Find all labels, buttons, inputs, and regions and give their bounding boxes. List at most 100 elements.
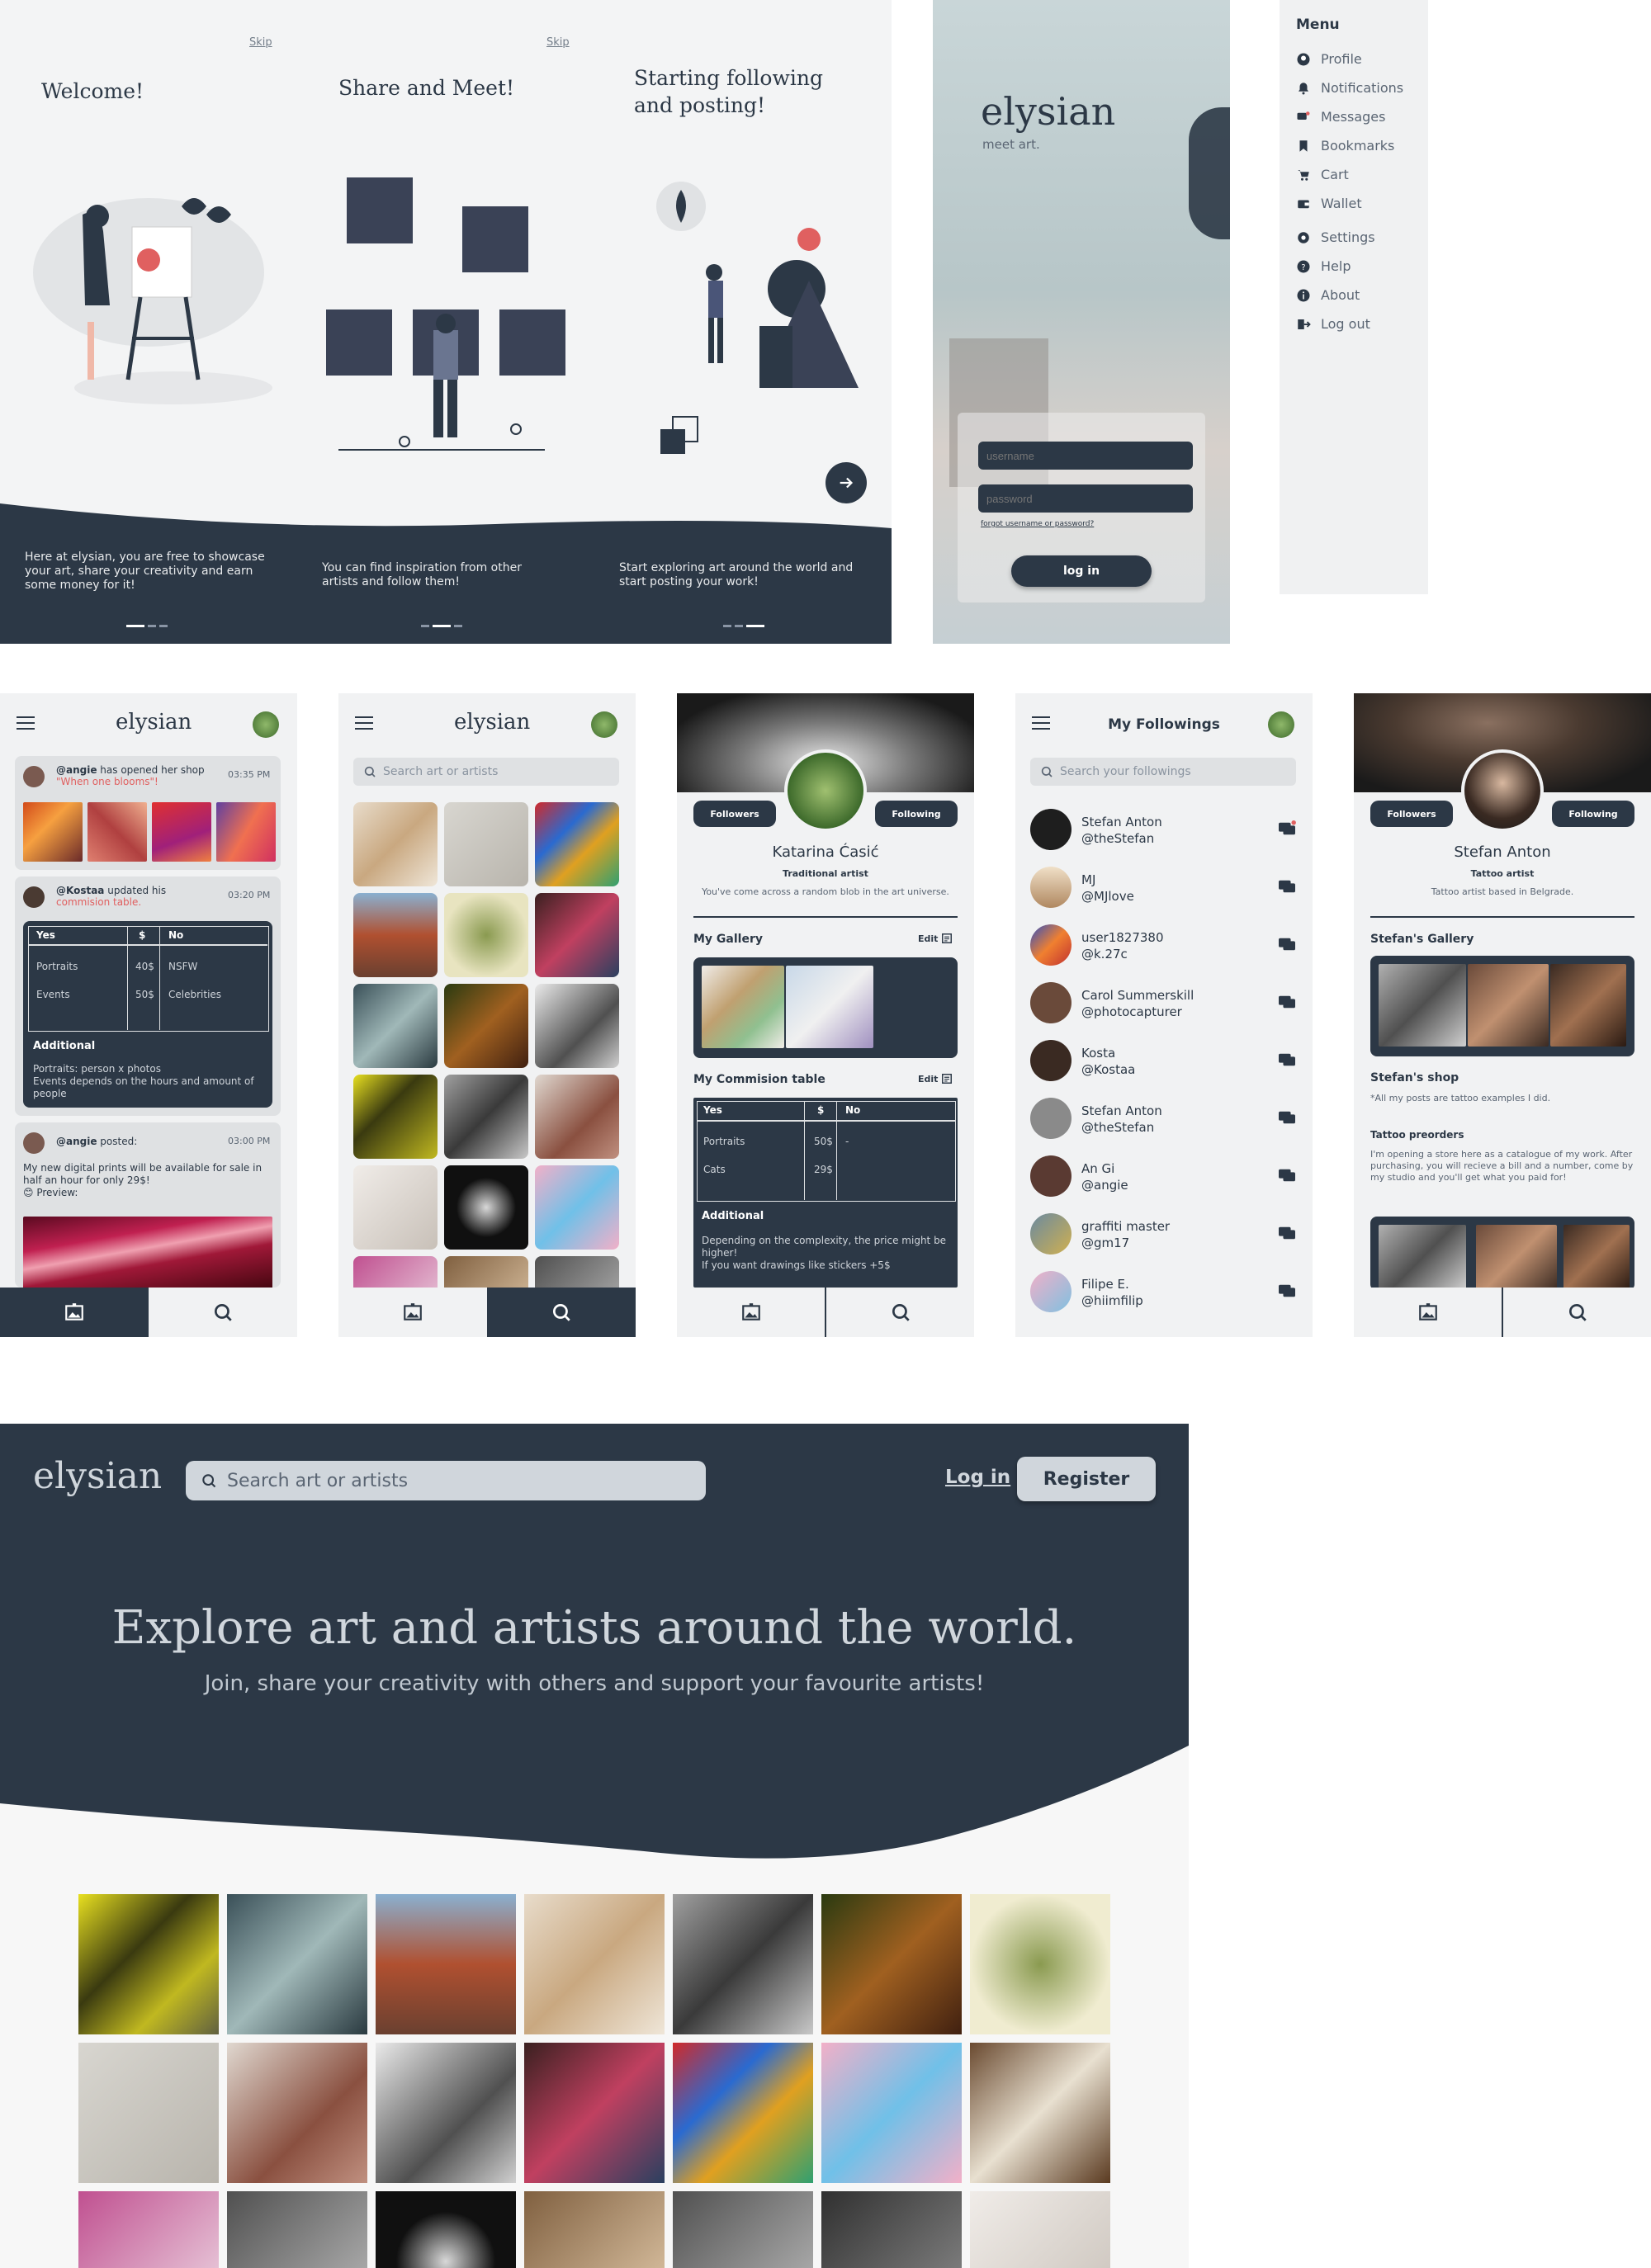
art-thumbnail[interactable] — [970, 2191, 1110, 2268]
post-image[interactable] — [152, 802, 211, 862]
list-item[interactable]: graffiti master @gm17 — [1030, 1213, 1296, 1271]
gallery-image[interactable] — [1468, 964, 1549, 1047]
list-item[interactable]: Kosta @Kostaa — [1030, 1040, 1296, 1098]
art-thumbnail[interactable] — [970, 2043, 1110, 2183]
avatar[interactable] — [23, 886, 45, 908]
hamburger-icon[interactable] — [17, 716, 35, 730]
art-thumbnail[interactable] — [535, 802, 619, 886]
art-thumbnail[interactable] — [524, 1894, 665, 2034]
art-thumbnail[interactable] — [353, 1165, 438, 1250]
art-thumbnail[interactable] — [444, 1075, 528, 1159]
art-thumbnail[interactable] — [673, 2043, 813, 2183]
list-item[interactable]: MJ @MJlove — [1030, 867, 1296, 924]
art-thumbnail[interactable] — [353, 802, 438, 886]
art-thumbnail[interactable] — [535, 984, 619, 1068]
message-icon[interactable] — [1278, 994, 1296, 1010]
art-thumbnail[interactable] — [78, 1894, 219, 2034]
message-icon[interactable] — [1278, 878, 1296, 895]
tab-home[interactable] — [677, 1288, 826, 1337]
menu-item-bookmarks[interactable]: Bookmarks — [1296, 131, 1428, 160]
art-thumbnail[interactable] — [78, 2043, 219, 2183]
tab-explore[interactable] — [826, 1288, 974, 1337]
art-thumbnail[interactable] — [227, 2191, 367, 2268]
tab-explore[interactable] — [487, 1288, 636, 1337]
post-image[interactable] — [88, 802, 147, 862]
tab-explore[interactable] — [149, 1288, 297, 1337]
edit-table-button[interactable]: Edit — [918, 1073, 953, 1084]
skip-link[interactable]: Skip — [546, 36, 570, 49]
art-thumbnail[interactable] — [673, 2191, 813, 2268]
art-thumbnail[interactable] — [524, 2191, 665, 2268]
password-input[interactable] — [978, 484, 1193, 513]
avatar[interactable] — [591, 711, 617, 738]
followers-button[interactable]: Followers — [693, 801, 776, 827]
menu-item-cart[interactable]: Cart — [1296, 160, 1428, 189]
art-thumbnail[interactable] — [227, 1894, 367, 2034]
list-item[interactable]: Stefan Anton @theStefan — [1030, 809, 1296, 867]
art-thumbnail[interactable] — [535, 1256, 619, 1289]
post-quote[interactable]: "When one blooms"! — [56, 776, 158, 787]
art-thumbnail[interactable] — [444, 802, 528, 886]
avatar[interactable] — [253, 711, 279, 738]
profile-avatar[interactable] — [1461, 749, 1544, 832]
tab-explore[interactable] — [1503, 1288, 1651, 1337]
art-thumbnail[interactable] — [673, 1894, 813, 2034]
art-thumbnail[interactable] — [353, 984, 438, 1068]
post-user[interactable]: @angie — [56, 764, 97, 776]
list-item[interactable]: Carol Summerskill @photocapturer — [1030, 982, 1296, 1040]
message-icon[interactable] — [1278, 1051, 1296, 1068]
next-button[interactable] — [826, 462, 867, 503]
post-user[interactable]: @angie — [56, 1136, 97, 1147]
login-link[interactable]: Log in — [945, 1467, 1010, 1488]
menu-item-about[interactable]: About — [1296, 281, 1428, 309]
followers-button[interactable]: Followers — [1370, 801, 1453, 827]
art-thumbnail[interactable] — [353, 893, 438, 977]
art-thumbnail[interactable] — [970, 1894, 1110, 2034]
hamburger-icon[interactable] — [355, 716, 373, 730]
art-thumbnail[interactable] — [444, 1256, 528, 1289]
list-item[interactable]: Filipe E. @hiimfilip — [1030, 1271, 1296, 1329]
art-thumbnail[interactable] — [535, 893, 619, 977]
username-input[interactable] — [978, 442, 1193, 470]
skip-link[interactable]: Skip — [249, 36, 272, 49]
art-thumbnail[interactable] — [821, 1894, 962, 2034]
menu-item-messages[interactable]: Messages — [1296, 102, 1428, 131]
tab-home[interactable] — [338, 1288, 487, 1337]
post-link[interactable]: commision table. — [56, 896, 141, 908]
gallery-image[interactable] — [702, 966, 784, 1048]
gallery-image[interactable] — [1550, 964, 1626, 1047]
search-bar[interactable]: Search art or artists — [186, 1461, 706, 1500]
message-icon[interactable] — [1278, 1109, 1296, 1126]
message-icon[interactable] — [1278, 820, 1296, 837]
menu-item-help[interactable]: ? Help — [1296, 252, 1428, 281]
art-thumbnail[interactable] — [376, 2043, 516, 2183]
art-thumbnail[interactable] — [444, 1165, 528, 1250]
avatar[interactable] — [23, 766, 45, 787]
art-thumbnail[interactable] — [524, 2043, 665, 2183]
shop-image[interactable] — [1563, 1225, 1630, 1291]
menu-item-logout[interactable]: Log out — [1296, 309, 1428, 338]
shop-image[interactable] — [1476, 1225, 1557, 1291]
art-thumbnail[interactable] — [227, 2043, 367, 2183]
art-thumbnail[interactable] — [353, 1075, 438, 1159]
post-image[interactable] — [23, 802, 83, 862]
art-thumbnail[interactable] — [444, 893, 528, 977]
web-brand[interactable]: elysian — [33, 1455, 162, 1497]
tab-home[interactable] — [1354, 1288, 1503, 1337]
search-bar[interactable]: Search art or artists — [353, 758, 619, 786]
art-thumbnail[interactable] — [821, 2043, 962, 2183]
edit-gallery-button[interactable]: Edit — [918, 933, 953, 944]
list-item[interactable]: Stefan Anton @theStefan — [1030, 1098, 1296, 1155]
message-icon[interactable] — [1278, 1167, 1296, 1184]
tab-home[interactable] — [0, 1288, 149, 1337]
art-thumbnail[interactable] — [535, 1075, 619, 1159]
art-thumbnail[interactable] — [376, 2191, 516, 2268]
message-icon[interactable] — [1278, 1283, 1296, 1299]
art-thumbnail[interactable] — [353, 1256, 438, 1289]
menu-item-notifications[interactable]: Notifications — [1296, 73, 1428, 102]
list-item[interactable]: user1827380 @k.27c — [1030, 924, 1296, 982]
search-bar[interactable]: Search your followings — [1030, 758, 1296, 786]
art-thumbnail[interactable] — [535, 1165, 619, 1250]
forgot-link[interactable]: forgot username or password? — [981, 520, 1094, 528]
register-button[interactable]: Register — [1017, 1457, 1156, 1501]
